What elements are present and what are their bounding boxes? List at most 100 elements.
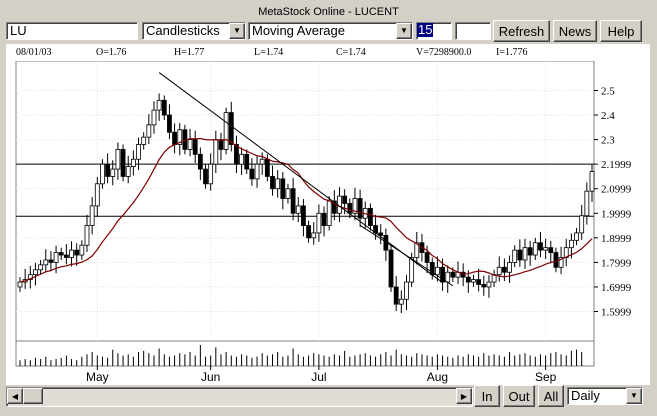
volume-bar <box>369 355 371 366</box>
volume-bar <box>76 360 78 366</box>
refresh-button[interactable]: Refresh <box>493 20 550 42</box>
volume-bar <box>483 353 485 366</box>
month-label: Jun <box>201 370 220 384</box>
candle-body <box>172 131 177 145</box>
candle-body <box>378 232 384 236</box>
month-label: May <box>86 370 109 384</box>
volume-bar <box>565 355 567 366</box>
volume-bar <box>539 354 541 366</box>
zoom-out-button[interactable]: Out <box>503 385 535 407</box>
candle-body <box>110 168 116 177</box>
candle-body <box>89 205 95 226</box>
arrow-left-icon[interactable]: ◀ <box>7 388 23 404</box>
volume-bar <box>138 352 140 366</box>
volume-bar <box>524 353 526 366</box>
candle-body <box>290 188 296 214</box>
volume-bar <box>71 359 73 366</box>
volume-bar <box>308 355 310 366</box>
volume-bar <box>457 355 459 366</box>
chevron-down-icon[interactable]: ▼ <box>626 388 642 404</box>
zoom-in-button[interactable]: In <box>474 385 500 407</box>
candle-body <box>239 153 244 165</box>
volume-bar <box>519 354 521 366</box>
candle-body <box>543 247 549 251</box>
volume-bar <box>333 354 335 366</box>
volume-bar <box>60 357 62 366</box>
y-tick-label: 2.0999 <box>601 184 632 196</box>
volume-bar <box>328 356 330 366</box>
volume-bar <box>421 354 423 366</box>
news-button[interactable]: News <box>553 20 597 42</box>
candle-body <box>69 249 74 258</box>
volume-bar <box>127 354 129 366</box>
volume-bar <box>205 356 207 366</box>
price-chart[interactable]: May Jun Jul Aug Sep 2.5 2.4 2.3 2.1999 2.0999 1.99… <box>6 61 650 385</box>
candle-body <box>465 276 471 283</box>
candle-body <box>136 144 141 160</box>
candle-body <box>280 178 286 199</box>
volume-bar <box>220 354 222 366</box>
candle-body <box>270 176 275 190</box>
window-title: MetaStock Online - LUCENT <box>258 6 399 18</box>
volume-bar <box>107 357 109 366</box>
volume-bar <box>467 354 469 366</box>
volume-bar <box>545 355 547 366</box>
candle-body <box>538 242 543 251</box>
help-button[interactable]: Help <box>600 20 642 42</box>
volume-bar <box>581 352 583 366</box>
candle-body <box>187 139 193 150</box>
candle-body <box>404 281 409 300</box>
volume-bar <box>225 352 227 366</box>
blank-input[interactable] <box>455 22 491 40</box>
volume-bar <box>380 354 382 366</box>
volume-bar <box>514 355 516 366</box>
candle-body <box>445 271 451 283</box>
candle-body <box>450 271 456 278</box>
candle-body <box>388 249 394 288</box>
volume-bar <box>426 355 428 366</box>
horizontal-scrollbar[interactable]: ◀ ▶ <box>6 387 473 407</box>
period-input[interactable]: 15 <box>416 22 452 40</box>
volume-bar <box>194 355 196 366</box>
volume-bar <box>101 356 103 366</box>
volume-bar <box>498 355 500 366</box>
ohlc-close: C=1.74 <box>336 47 366 58</box>
y-tick-label: 2.3 <box>601 135 615 147</box>
candle-body <box>393 286 399 305</box>
volume-bar <box>529 355 531 366</box>
candle-body <box>295 205 301 214</box>
volume-bar <box>189 352 191 366</box>
candle-body <box>481 284 487 288</box>
candle-body <box>264 158 270 177</box>
volume-bar <box>261 353 263 366</box>
candle-body <box>584 190 590 217</box>
chart-type-value: Candlesticks <box>146 23 220 38</box>
volume-bar <box>359 354 361 366</box>
chevron-down-icon[interactable]: ▼ <box>396 23 412 39</box>
scroll-thumb[interactable] <box>23 388 43 404</box>
candle-body <box>275 178 281 190</box>
chevron-down-icon[interactable]: ▼ <box>229 23 245 39</box>
indicator-select[interactable]: Moving Average ▼ <box>248 22 413 40</box>
ohlc-high: H=1.77 <box>174 47 205 58</box>
volume-bar <box>411 356 413 366</box>
candle-body <box>321 212 327 226</box>
zoom-all-button[interactable]: All <box>538 385 564 407</box>
volume-bar <box>287 355 289 366</box>
arrow-right-icon[interactable]: ▶ <box>456 388 472 404</box>
volume-bar <box>405 355 407 366</box>
volume-bar <box>112 349 114 366</box>
volume-bar <box>503 356 505 366</box>
symbol-input[interactable]: LU <box>6 22 138 40</box>
volume-bar <box>313 353 315 366</box>
candle-body <box>167 114 172 133</box>
volume-bar <box>272 354 274 366</box>
volume-bar <box>246 355 248 366</box>
volume-bar <box>385 352 387 366</box>
indicator-value: Moving Average <box>252 23 345 38</box>
interval-select[interactable]: Daily ▼ <box>567 387 643 405</box>
candle-body <box>125 166 131 177</box>
candle-body <box>301 205 306 226</box>
chart-type-select[interactable]: Candlesticks ▼ <box>142 22 246 40</box>
candle-body <box>156 99 162 111</box>
